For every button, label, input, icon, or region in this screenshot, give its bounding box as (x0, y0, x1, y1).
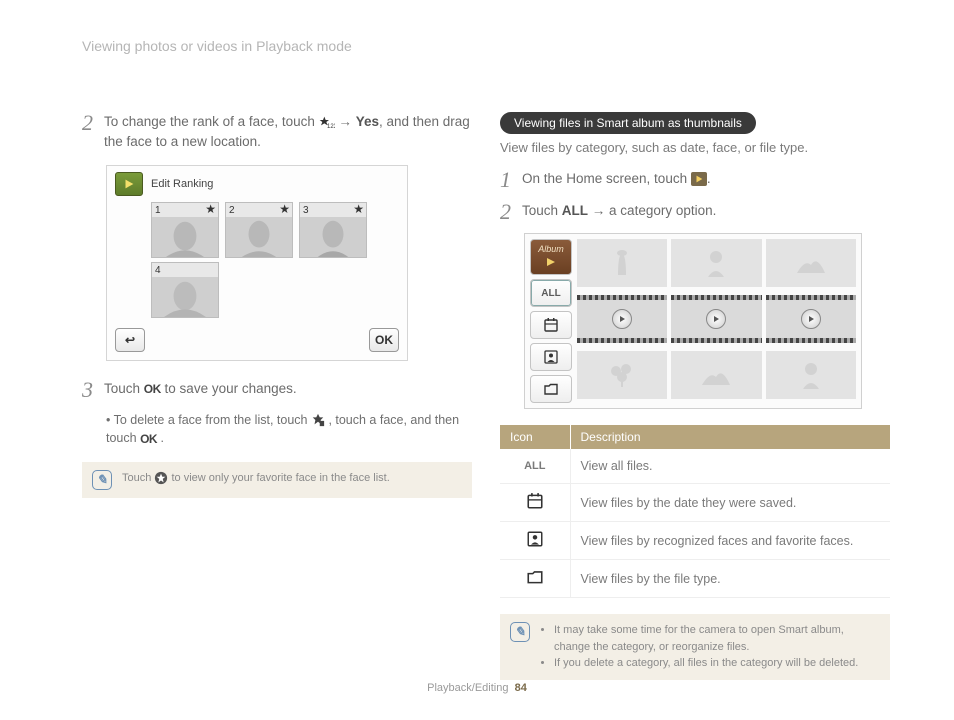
star-icon: ★ (279, 202, 290, 216)
calendar-tab[interactable] (530, 311, 572, 339)
person-icon (526, 530, 544, 548)
face-num-2: 2 (229, 205, 235, 216)
folder-tab[interactable] (530, 375, 572, 403)
rstep2-pre: Touch (522, 203, 562, 218)
row-desc: View all files. (570, 449, 890, 484)
bullet-end: . (161, 431, 164, 445)
thumbnail-video[interactable] (671, 295, 761, 343)
edit-ranking-screenshot: Edit Ranking 1 ★ 2 ★ 3 ★ 4 (106, 165, 408, 361)
rstep1-post: . (707, 171, 711, 186)
thumbnail-video[interactable] (766, 295, 856, 343)
rstep2-all: ALL (562, 203, 588, 218)
face-num-3: 3 (303, 205, 309, 216)
icon-description-table: Icon Description ALL View all files. Vie… (500, 425, 890, 598)
all-icon: ALL (526, 457, 544, 475)
step-3: 3 Touch OK to save your changes. (82, 379, 472, 401)
right-step-1: 1 On the Home screen, touch . (500, 169, 890, 191)
album-tab-label: Album (538, 244, 564, 254)
step-number-1: 1 (500, 169, 522, 191)
row-desc: View files by the date they were saved. (570, 484, 890, 522)
right-step-2: 2 Touch ALL → a category option. (500, 201, 890, 223)
favorite-star-icon (154, 471, 168, 485)
trash-face-icon (311, 413, 325, 427)
step2-mid: → (338, 114, 355, 129)
ok-button[interactable]: OK (369, 328, 399, 352)
section-pill: Viewing files in Smart album as thumbnai… (500, 112, 756, 134)
ok-icon: OK (140, 430, 157, 448)
all-tab[interactable]: ALL (530, 279, 572, 307)
star-icon: ★ (205, 202, 216, 216)
page-footer: Playback/Editing 84 (0, 682, 954, 694)
table-row: View files by recognized faces and favor… (500, 522, 890, 560)
right-column: Viewing files in Smart album as thumbnai… (500, 112, 890, 680)
smart-album-screenshot: Album ALL (524, 233, 862, 409)
playback-mode-icon (115, 172, 143, 196)
star-rank-icon: 123 (319, 115, 335, 129)
section-intro: View files by category, such as date, fa… (500, 140, 890, 155)
thumbnail-video[interactable] (577, 295, 667, 343)
step-2-body: To change the rank of a face, touch 123 … (104, 112, 472, 153)
table-header-icon: Icon (500, 425, 570, 449)
thumbnail[interactable] (766, 239, 856, 287)
note-icon: ✎ (510, 622, 530, 642)
svg-text:123: 123 (327, 124, 335, 129)
note-box-right: ✎ It may take some time for the camera t… (500, 614, 890, 680)
thumbnail[interactable] (577, 351, 667, 399)
album-tab[interactable]: Album (530, 239, 572, 275)
table-row: View files by the file type. (500, 560, 890, 598)
person-tab[interactable] (530, 343, 572, 371)
face-cell-2[interactable]: 2 ★ (225, 202, 293, 258)
table-row: View files by the date they were saved. (500, 484, 890, 522)
face-cell-1[interactable]: 1 ★ (151, 202, 219, 258)
step-number-3: 3 (82, 379, 104, 401)
left-column: 2 To change the rank of a face, touch 12… (82, 112, 472, 498)
note-bullet-2: If you delete a category, all files in t… (554, 655, 880, 672)
face-num-4: 4 (155, 265, 161, 276)
thumbnail[interactable] (671, 351, 761, 399)
page-header: Viewing photos or videos in Playback mod… (82, 38, 352, 54)
table-row: ALL View all files. (500, 449, 890, 484)
row-desc: View files by recognized faces and favor… (570, 522, 890, 560)
row-desc: View files by the file type. (570, 560, 890, 598)
star-icon: ★ (353, 202, 364, 216)
thumbnail[interactable] (577, 239, 667, 287)
note-icon: ✎ (92, 470, 112, 490)
play-circle-icon (801, 309, 821, 329)
page-number: 84 (515, 682, 527, 694)
step3-pre: Touch (104, 381, 144, 396)
step-2: 2 To change the rank of a face, touch 12… (82, 112, 472, 153)
footer-section: Playback/Editing (427, 682, 508, 694)
table-header-desc: Description (570, 425, 890, 449)
step3-post: to save your changes. (165, 381, 297, 396)
note-box-left: ✎ Touch to view only your favorite face … (82, 462, 472, 498)
thumbnail[interactable] (671, 239, 761, 287)
rstep1-pre: On the Home screen, touch (522, 171, 691, 186)
folder-icon (526, 568, 544, 586)
step-number-2r: 2 (500, 201, 522, 223)
ok-icon: OK (144, 380, 161, 398)
step3-bullet: To delete a face from the list, touch , … (106, 411, 472, 449)
face-cell-3[interactable]: 3 ★ (299, 202, 367, 258)
step-3-body: Touch OK to save your changes. (104, 379, 472, 401)
step-number-2: 2 (82, 112, 104, 153)
face-num-1: 1 (155, 205, 161, 216)
calendar-icon (526, 492, 544, 510)
back-button[interactable]: ↩ (115, 328, 145, 352)
thumbnail[interactable] (766, 351, 856, 399)
play-circle-icon (706, 309, 726, 329)
note-post: to view only your favorite face in the f… (171, 472, 389, 484)
rstep2-post: → a category option. (592, 203, 717, 218)
note-bullet-1: It may take some time for the camera to … (554, 622, 880, 655)
note-pre: Touch (122, 472, 154, 484)
edit-ranking-title: Edit Ranking (151, 178, 213, 190)
step2-pre: To change the rank of a face, touch (104, 114, 319, 129)
bullet-pre: To delete a face from the list, touch (114, 413, 311, 427)
play-circle-icon (612, 309, 632, 329)
face-cell-4[interactable]: 4 (151, 262, 219, 318)
step2-yes: Yes (356, 114, 379, 129)
playback-home-icon (691, 172, 707, 186)
